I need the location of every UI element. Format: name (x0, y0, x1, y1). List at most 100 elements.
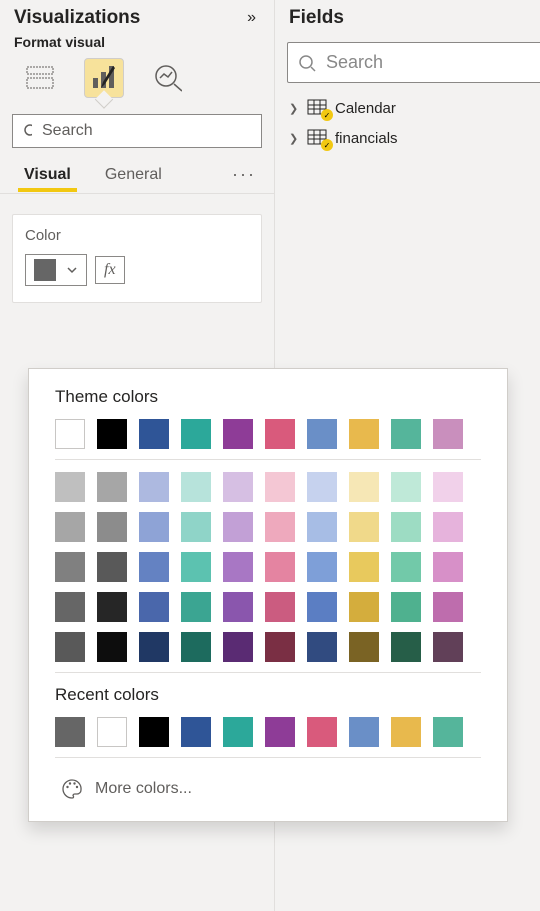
color-swatch[interactable] (181, 592, 211, 622)
analytics-tab[interactable] (148, 58, 188, 98)
color-swatch[interactable] (265, 552, 295, 582)
color-swatch[interactable] (265, 717, 295, 747)
color-swatch[interactable] (55, 472, 85, 502)
format-visual-tab[interactable] (84, 58, 124, 98)
color-swatch[interactable] (97, 592, 127, 622)
color-swatch[interactable] (265, 592, 295, 622)
color-swatch[interactable] (433, 552, 463, 582)
color-swatch[interactable] (223, 472, 253, 502)
color-swatch[interactable] (391, 717, 421, 747)
format-visual-subtitle: Format visual (0, 32, 274, 58)
current-color-swatch (34, 259, 56, 281)
color-swatch[interactable] (307, 419, 337, 449)
color-swatch[interactable] (181, 632, 211, 662)
build-visual-tab[interactable] (20, 58, 60, 98)
color-swatch[interactable] (265, 632, 295, 662)
color-swatch[interactable] (391, 632, 421, 662)
color-swatch[interactable] (391, 512, 421, 542)
color-swatch[interactable] (97, 419, 127, 449)
color-swatch[interactable] (223, 632, 253, 662)
color-swatch[interactable] (349, 472, 379, 502)
table-row[interactable]: ❯✓financials (275, 123, 540, 153)
color-swatch[interactable] (307, 552, 337, 582)
color-swatch[interactable] (55, 419, 85, 449)
color-swatch[interactable] (265, 472, 295, 502)
color-swatch[interactable] (97, 717, 127, 747)
color-swatch[interactable] (349, 419, 379, 449)
visualizations-title: Visualizations (14, 7, 140, 29)
color-swatch[interactable] (349, 592, 379, 622)
fields-search-input[interactable] (324, 51, 540, 74)
color-swatch[interactable] (307, 717, 337, 747)
color-swatch[interactable] (223, 512, 253, 542)
theme-shade-row (55, 632, 481, 662)
color-swatch[interactable] (223, 419, 253, 449)
color-swatch[interactable] (55, 632, 85, 662)
color-dropdown[interactable] (25, 254, 87, 286)
more-colors-button[interactable]: More colors... (55, 770, 198, 801)
color-swatch[interactable] (349, 512, 379, 542)
table-name: financials (335, 130, 398, 147)
color-swatch[interactable] (139, 512, 169, 542)
color-swatch[interactable] (55, 552, 85, 582)
color-swatch[interactable] (349, 632, 379, 662)
color-swatch[interactable] (307, 472, 337, 502)
color-swatch[interactable] (433, 512, 463, 542)
color-swatch[interactable] (433, 632, 463, 662)
table-name: Calendar (335, 100, 396, 117)
color-swatch[interactable] (97, 632, 127, 662)
color-swatch[interactable] (55, 592, 85, 622)
color-swatch[interactable] (391, 419, 421, 449)
ellipsis-icon: ··· (232, 164, 256, 184)
tab-general[interactable]: General (99, 165, 168, 192)
color-swatch[interactable] (139, 632, 169, 662)
tab-visual[interactable]: Visual (18, 165, 77, 192)
color-swatch[interactable] (223, 717, 253, 747)
format-subtabs: Visual General ··· (0, 156, 274, 194)
color-swatch[interactable] (97, 512, 127, 542)
color-swatch[interactable] (349, 717, 379, 747)
color-swatch[interactable] (139, 717, 169, 747)
color-swatch[interactable] (181, 512, 211, 542)
color-swatch[interactable] (139, 472, 169, 502)
color-swatch[interactable] (433, 592, 463, 622)
more-options-button[interactable]: ··· (228, 164, 260, 193)
color-swatch[interactable] (181, 419, 211, 449)
divider (55, 672, 481, 673)
color-swatch[interactable] (181, 552, 211, 582)
color-swatch[interactable] (433, 419, 463, 449)
color-swatch[interactable] (391, 472, 421, 502)
recent-colors-title: Recent colors (55, 685, 481, 705)
color-swatch[interactable] (139, 419, 169, 449)
color-swatch[interactable] (223, 552, 253, 582)
color-swatch[interactable] (181, 717, 211, 747)
color-swatch[interactable] (139, 552, 169, 582)
more-colors-label: More colors... (95, 780, 192, 798)
format-search-input[interactable] (40, 121, 251, 141)
table-outline-icon (26, 66, 54, 90)
color-swatch[interactable] (139, 592, 169, 622)
color-swatch[interactable] (265, 512, 295, 542)
divider (55, 459, 481, 460)
table-row[interactable]: ❯✓Calendar (275, 93, 540, 123)
color-swatch[interactable] (223, 592, 253, 622)
color-swatch[interactable] (97, 472, 127, 502)
color-swatch[interactable] (391, 592, 421, 622)
color-swatch[interactable] (55, 512, 85, 542)
color-swatch[interactable] (181, 472, 211, 502)
color-swatch[interactable] (265, 419, 295, 449)
color-swatch[interactable] (349, 552, 379, 582)
color-swatch[interactable] (433, 717, 463, 747)
color-swatch[interactable] (433, 472, 463, 502)
color-swatch[interactable] (97, 552, 127, 582)
color-swatch[interactable] (307, 632, 337, 662)
collapse-visualizations-button[interactable]: » (243, 6, 260, 30)
color-swatch[interactable] (55, 717, 85, 747)
color-swatch[interactable] (391, 552, 421, 582)
chevron-down-icon (66, 264, 78, 276)
color-swatch[interactable] (307, 512, 337, 542)
color-swatch[interactable] (307, 592, 337, 622)
fields-search-box[interactable] (287, 42, 540, 83)
fx-button[interactable]: fx (95, 256, 125, 284)
format-search-box[interactable] (12, 114, 262, 148)
